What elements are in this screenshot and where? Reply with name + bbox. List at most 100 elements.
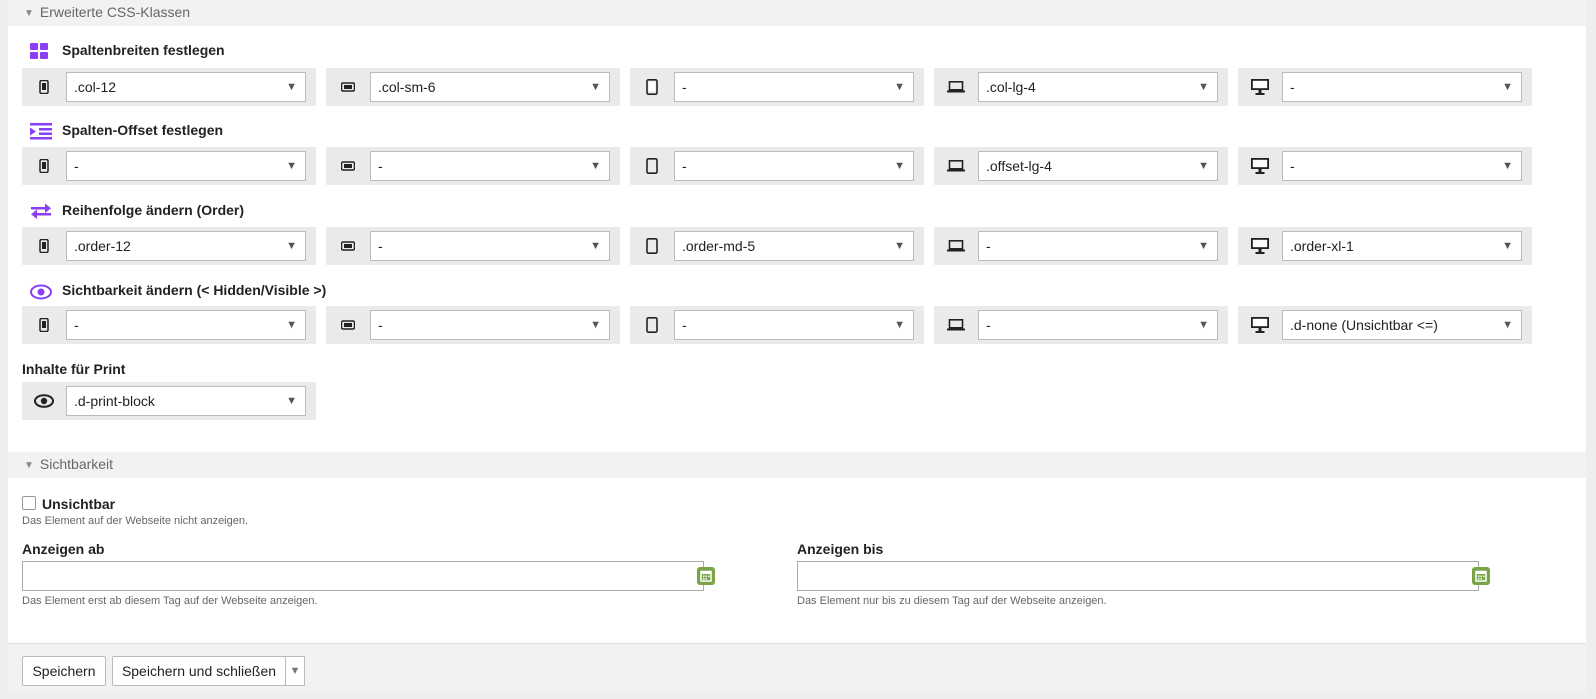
column-offset-sm-select[interactable]: - ▼ (370, 151, 610, 181)
device-cell-xs: .order-12 ▼ (22, 227, 316, 265)
column-width-xs-select[interactable]: .col-12 ▼ (66, 72, 306, 102)
order-sm-select[interactable]: - ▼ (370, 231, 610, 261)
save-options-dropdown-button[interactable]: ▼ (285, 656, 305, 686)
select-value: - (682, 79, 687, 95)
start-date-calendar-icon[interactable] (697, 567, 715, 585)
device-cell-xs: - ▼ (22, 306, 316, 344)
mobile-phone-icon (22, 147, 66, 185)
group-title-visibility: Sichtbarkeit ändern (< Hidden/Visible >) (30, 280, 326, 300)
visibility-sm-select[interactable]: - ▼ (370, 310, 610, 340)
order-xl-select[interactable]: .order-xl-1 ▼ (1282, 231, 1522, 261)
device-cell-sm: - ▼ (326, 227, 620, 265)
device-cell-sm: - ▼ (326, 147, 620, 185)
visibility-lg-select[interactable]: - ▼ (978, 310, 1218, 340)
dropdown-caret-icon: ▼ (894, 81, 905, 93)
dropdown-caret-icon: ▼ (590, 240, 601, 252)
laptop-icon (934, 147, 978, 185)
grid-icon (30, 42, 54, 60)
device-cell-sm: .col-sm-6 ▼ (326, 68, 620, 106)
eye-icon (30, 282, 54, 300)
dropdown-caret-icon: ▼ (286, 240, 297, 252)
save-button[interactable]: Speichern (22, 656, 106, 686)
dropdown-caret-icon: ▼ (590, 160, 601, 172)
device-cell-sm: - ▼ (326, 306, 620, 344)
dropdown-caret-icon: ▼ (286, 395, 297, 407)
select-value: .offset-lg-4 (986, 158, 1052, 174)
desktop-icon (1238, 227, 1282, 265)
group-title-column-offset: Spalten-Offset festlegen (30, 120, 223, 140)
visibility-xl-select[interactable]: .d-none (Unsichtbar <=) ▼ (1282, 310, 1522, 340)
select-value: - (1290, 79, 1295, 95)
select-value: - (682, 317, 687, 333)
select-value: - (682, 158, 687, 174)
tablet-icon (630, 147, 674, 185)
column-width-lg-select[interactable]: .col-lg-4 ▼ (978, 72, 1218, 102)
phone-landscape-icon (326, 147, 370, 185)
dropdown-caret-icon: ▼ (1198, 319, 1209, 331)
column-width-md-select[interactable]: - ▼ (674, 72, 914, 102)
phone-landscape-icon (326, 68, 370, 106)
column-width-xl-select[interactable]: - ▼ (1282, 72, 1522, 102)
group-title-order: Reihenfolge ändern (Order) (30, 200, 244, 220)
visibility-xs-select[interactable]: - ▼ (66, 310, 306, 340)
tablet-icon (630, 227, 674, 265)
select-value: - (378, 317, 383, 333)
dropdown-caret-icon: ▼ (1198, 240, 1209, 252)
order-md-select[interactable]: .order-md-5 ▼ (674, 231, 914, 261)
phone-landscape-icon (326, 227, 370, 265)
section-header-visibility[interactable]: ▼ Sichtbarkeit (8, 452, 1586, 478)
column-offset-lg-select[interactable]: .offset-lg-4 ▼ (978, 151, 1218, 181)
device-cell-xl: .d-none (Unsichtbar <=) ▼ (1238, 306, 1532, 344)
hidden-checkbox-row[interactable]: Unsichtbar (22, 496, 115, 512)
section-header-css-classes[interactable]: ▼ Erweiterte CSS-Klassen (8, 0, 1586, 26)
select-value: - (378, 238, 383, 254)
column-offset-xs-select[interactable]: - ▼ (66, 151, 306, 181)
device-cell-md: .order-md-5 ▼ (630, 227, 924, 265)
group-title-text: Reihenfolge ändern (Order) (62, 202, 245, 218)
device-cell-xs: .col-12 ▼ (22, 68, 316, 106)
select-value: .order-12 (74, 238, 131, 254)
group-title-column-widths: Spaltenbreiten festlegen (30, 40, 225, 60)
device-cell-md: - ▼ (630, 306, 924, 344)
save-and-close-button[interactable]: Speichern und schließen (112, 656, 286, 686)
order-xs-select[interactable]: .order-12 ▼ (66, 231, 306, 261)
select-value: .order-xl-1 (1290, 238, 1354, 254)
group-title-text: Sichtbarkeit ändern (< Hidden/Visible >) (62, 282, 327, 298)
select-value: - (986, 317, 991, 333)
select-value: .d-none (Unsichtbar <=) (1290, 317, 1438, 333)
select-value: - (986, 238, 991, 254)
dropdown-caret-icon: ▼ (590, 319, 601, 331)
device-cell-lg: - ▼ (934, 227, 1228, 265)
visibility-md-select[interactable]: - ▼ (674, 310, 914, 340)
start-date-input[interactable] (22, 561, 704, 591)
dropdown-caret-icon: ▼ (286, 319, 297, 331)
device-cell-lg: .offset-lg-4 ▼ (934, 147, 1228, 185)
hidden-checkbox[interactable] (22, 496, 36, 510)
print-select[interactable]: .d-print-block ▼ (66, 386, 306, 416)
dropdown-caret-icon: ▼ (286, 160, 297, 172)
column-width-sm-select[interactable]: .col-sm-6 ▼ (370, 72, 610, 102)
select-value: - (378, 158, 383, 174)
indent-icon (30, 122, 54, 140)
group-title-text: Spaltenbreiten festlegen (62, 42, 225, 58)
section-title: Erweiterte CSS-Klassen (39, 4, 191, 20)
group-title-text: Inhalte für Print (22, 361, 126, 377)
column-offset-md-select[interactable]: - ▼ (674, 151, 914, 181)
eye-icon (22, 382, 66, 420)
content-panel: ▼ Erweiterte CSS-Klassen Spaltenbreiten f… (8, 0, 1586, 693)
mobile-phone-icon (22, 306, 66, 344)
end-date-label: Anzeigen bis (797, 541, 884, 557)
column-offset-xl-select[interactable]: - ▼ (1282, 151, 1522, 181)
exchange-arrows-icon (30, 202, 54, 220)
device-cell-md: - ▼ (630, 68, 924, 106)
select-value: - (74, 317, 79, 333)
mobile-phone-icon (22, 227, 66, 265)
tablet-icon (630, 68, 674, 106)
end-date-input[interactable] (797, 561, 1479, 591)
end-date-calendar-icon[interactable] (1472, 567, 1490, 585)
device-cell-xl: .order-xl-1 ▼ (1238, 227, 1532, 265)
device-cell-xl: - ▼ (1238, 147, 1532, 185)
dropdown-caret-icon: ▼ (894, 160, 905, 172)
start-date-help-text: Das Element erst ab diesem Tag auf der W… (22, 595, 318, 607)
order-lg-select[interactable]: - ▼ (978, 231, 1218, 261)
